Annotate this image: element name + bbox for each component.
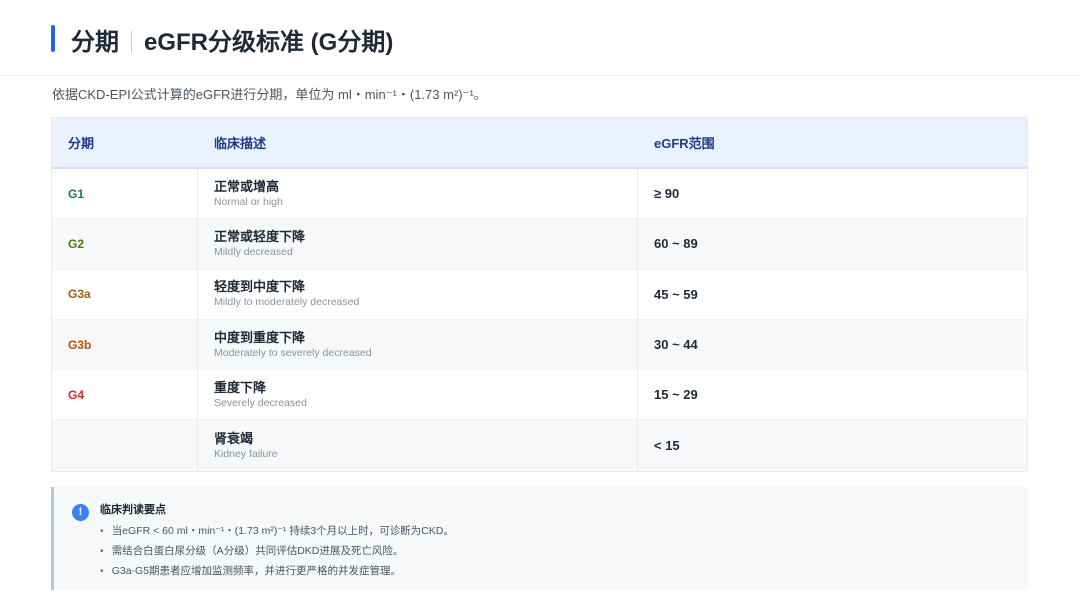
title-section: 分期 (71, 29, 119, 56)
stage-label: G3a (68, 287, 91, 302)
description-en: Kidney failure (214, 447, 278, 460)
intro-text: 依据CKD-EPI公式计算的eGFR进行分期，单位为 ml・min⁻¹・(1.7… (52, 87, 487, 102)
clinical-notes-box: ! 临床判读要点 当eGFR < 60 ml・min⁻¹・(1.73 m²)⁻¹… (51, 487, 1028, 590)
stage-label: G1 (68, 186, 85, 201)
description-en: Normal or high (214, 195, 283, 208)
egfr-range: ≥ 90 (654, 186, 680, 202)
title-main: eGFR分级标准 (G分期) (144, 29, 394, 56)
egfr-range: < 15 (654, 438, 680, 454)
page-header: 分期 eGFR分级标准 (G分期) (0, 0, 1080, 76)
table-header-row: 分期 临床描述 eGFR范围 (52, 118, 1027, 169)
description-en: Mildly decreased (214, 245, 293, 258)
title-accent-bar (51, 25, 55, 52)
description-en: Mildly to moderately decreased (214, 296, 360, 309)
list-item: 需结合白蛋白尿分级（A分级）共同评估DKD进展及死亡风险。 (100, 541, 454, 561)
table-row: G1 正常或增高 Normal or high ≥ 90 (52, 169, 1027, 220)
notes-title: 临床判读要点 (100, 504, 166, 516)
stage-label: G3b (68, 337, 92, 352)
description-cn: 正常或轻度下降 (214, 228, 306, 244)
header-stage: 分期 (52, 118, 198, 167)
egfr-range: 60 ~ 89 (654, 236, 698, 252)
stage-label: G4 (68, 387, 85, 402)
description-cn: 中度到重度下降 (214, 329, 306, 345)
description-en: Severely decreased (214, 396, 307, 409)
table-row: 肾衰竭 Kidney failure < 15 (52, 420, 1027, 471)
egfr-range: 45 ~ 59 (654, 286, 698, 302)
list-item: 当eGFR < 60 ml・min⁻¹・(1.73 m²)⁻¹ 持续3个月以上时… (100, 521, 454, 541)
header-egfr-range: eGFR范围 (654, 136, 715, 151)
stage-label: G2 (68, 236, 85, 251)
table-row: G3a 轻度到中度下降 Mildly to moderately decreas… (52, 269, 1027, 320)
table-body: G1 正常或增高 Normal or high ≥ 90 G2 正常或轻度下降 … (52, 169, 1027, 471)
info-icon: ! (72, 504, 89, 521)
table-row: G4 重度下降 Severely decreased 15 ~ 29 (52, 370, 1027, 421)
egfr-range: 15 ~ 29 (654, 387, 698, 403)
table-row: G2 正常或轻度下降 Mildly decreased 60 ~ 89 (52, 219, 1027, 270)
egfr-stage-table: 分期 临床描述 eGFR范围 G1 正常或增高 Normal or high ≥… (51, 117, 1028, 472)
notes-list: 当eGFR < 60 ml・min⁻¹・(1.73 m²)⁻¹ 持续3个月以上时… (100, 521, 454, 581)
header-description: 临床描述 (198, 118, 638, 167)
page-title: 分期 eGFR分级标准 (G分期) (71, 22, 393, 57)
list-item: G3a-G5期患者应增加监测频率，并进行更严格的并发症管理。 (100, 561, 454, 581)
description-en: Moderately to severely decreased (214, 346, 372, 359)
description-cn: 肾衰竭 (214, 430, 254, 446)
description-cn: 轻度到中度下降 (214, 279, 306, 295)
description-cn: 重度下降 (214, 379, 267, 395)
table-row: G3b 中度到重度下降 Moderately to severely decre… (52, 319, 1027, 371)
egfr-range: 30 ~ 44 (654, 337, 698, 353)
description-cn: 正常或增高 (214, 178, 280, 194)
title-divider (131, 31, 132, 53)
